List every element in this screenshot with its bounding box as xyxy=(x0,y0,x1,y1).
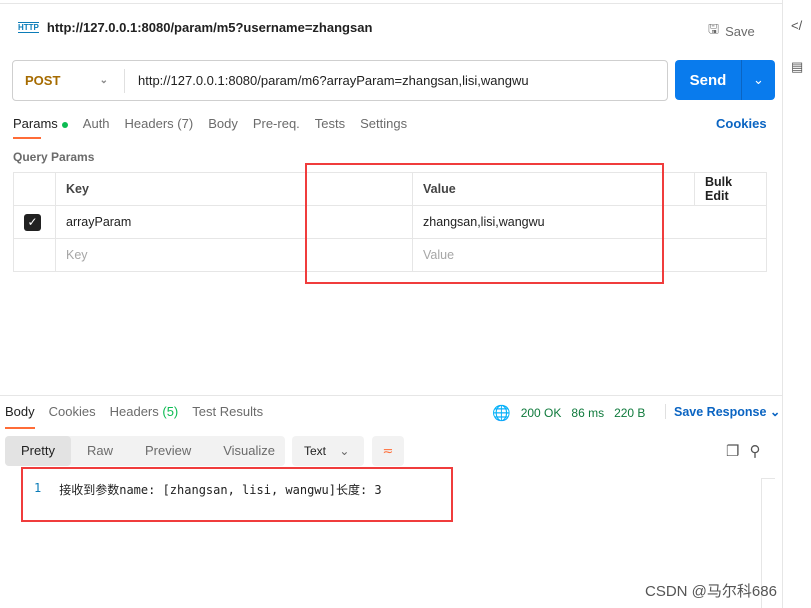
tab-body[interactable]: Body xyxy=(208,116,238,131)
response-meta: 🌐 200 OK 86 ms 220 B xyxy=(492,404,645,422)
save-icon: 🖫 xyxy=(708,21,720,36)
url-input[interactable]: http://127.0.0.1:8080/param/m6?arrayPara… xyxy=(125,73,529,88)
checkbox-cell xyxy=(13,238,56,272)
code-icon[interactable]: </ xyxy=(783,0,811,33)
active-tab-indicator xyxy=(13,137,41,139)
active-dot-icon xyxy=(61,121,68,128)
format-label: Text xyxy=(304,444,327,458)
view-visualize[interactable]: Visualize xyxy=(207,436,291,466)
method-label: POST xyxy=(25,73,61,88)
active-response-tab-indicator xyxy=(5,427,35,429)
top-border xyxy=(0,0,782,4)
tab-settings[interactable]: Settings xyxy=(360,116,407,131)
view-pretty[interactable]: Pretty xyxy=(5,436,71,466)
query-params-title: Query Params xyxy=(13,150,95,164)
right-sidebar: </ ▤ xyxy=(782,0,811,608)
save-response-label: Save Response xyxy=(674,405,767,419)
view-mode-selector: Pretty Raw Preview Visualize xyxy=(5,436,285,466)
tab-label: Headers xyxy=(109,404,159,419)
format-select[interactable]: Text ⌄ xyxy=(292,436,364,466)
view-raw[interactable]: Raw xyxy=(71,436,129,466)
send-button[interactable]: Send ⌄ xyxy=(675,60,775,100)
search-icon[interactable]: ⚲ xyxy=(749,442,760,460)
response-time[interactable]: 86 ms xyxy=(571,406,604,420)
response-actions: ❐ ⚲ xyxy=(726,442,760,460)
request-title: HTTP http://127.0.0.1:8080/param/m5?user… xyxy=(18,20,372,35)
tab-auth[interactable]: Auth xyxy=(83,116,110,131)
checkbox-cell: ✓ xyxy=(13,205,56,239)
response-size[interactable]: 220 B xyxy=(614,406,645,420)
save-response-button[interactable]: Save Response ⌄ xyxy=(665,404,780,419)
tab-test-results[interactable]: Test Results xyxy=(192,404,263,419)
tab-response-cookies[interactable]: Cookies xyxy=(49,404,96,419)
cookies-link[interactable]: Cookies xyxy=(716,116,767,131)
highlight-box xyxy=(21,467,453,522)
response-tabs: Body Cookies Headers (5) Test Results xyxy=(5,404,263,419)
chevron-down-icon: ⌄ xyxy=(339,444,350,458)
headers-count: (5) xyxy=(162,404,179,419)
tab-pre-req[interactable]: Pre-req. xyxy=(253,116,300,131)
method-select[interactable]: POST ⌄ xyxy=(13,68,125,93)
send-dropdown-chevron-icon[interactable]: ⌄ xyxy=(741,60,775,100)
tab-params[interactable]: Params xyxy=(13,116,68,131)
request-name: http://127.0.0.1:8080/param/m5?username=… xyxy=(46,20,373,35)
send-label: Send xyxy=(689,71,727,89)
tab-response-headers[interactable]: Headers (5) xyxy=(110,404,179,419)
save-label: Save xyxy=(725,23,755,39)
chevron-down-icon: ⌄ xyxy=(769,405,781,419)
view-preview[interactable]: Preview xyxy=(129,436,207,466)
status-code[interactable]: 200 OK xyxy=(521,406,562,420)
watermark: CSDN @马尔科686 xyxy=(645,583,777,600)
url-bar: POST ⌄ http://127.0.0.1:8080/param/m6?ar… xyxy=(12,60,668,101)
divider xyxy=(0,395,782,396)
bulk-edit-button[interactable]: Bulk Edit xyxy=(694,172,767,206)
http-icon: HTTP xyxy=(18,22,39,33)
wrap-lines-icon[interactable]: ≂ xyxy=(372,436,404,466)
checkbox-checked[interactable]: ✓ xyxy=(24,213,41,231)
save-button[interactable]: 🖫 Save xyxy=(708,20,755,42)
globe-icon[interactable]: 🌐 xyxy=(492,404,511,422)
tab-response-body[interactable]: Body xyxy=(5,404,35,419)
tab-label: Params xyxy=(13,116,58,131)
checkbox-col xyxy=(13,172,56,206)
request-tabs: Params Auth Headers (7) Body Pre-req. Te… xyxy=(13,116,407,131)
tab-headers[interactable]: Headers (7) xyxy=(125,116,194,131)
copy-icon[interactable]: ❐ xyxy=(726,442,739,460)
tab-tests[interactable]: Tests xyxy=(315,116,345,131)
chevron-down-icon: ⌄ xyxy=(99,75,108,86)
highlight-box xyxy=(305,163,664,284)
info-icon[interactable]: ▤ xyxy=(783,33,811,75)
